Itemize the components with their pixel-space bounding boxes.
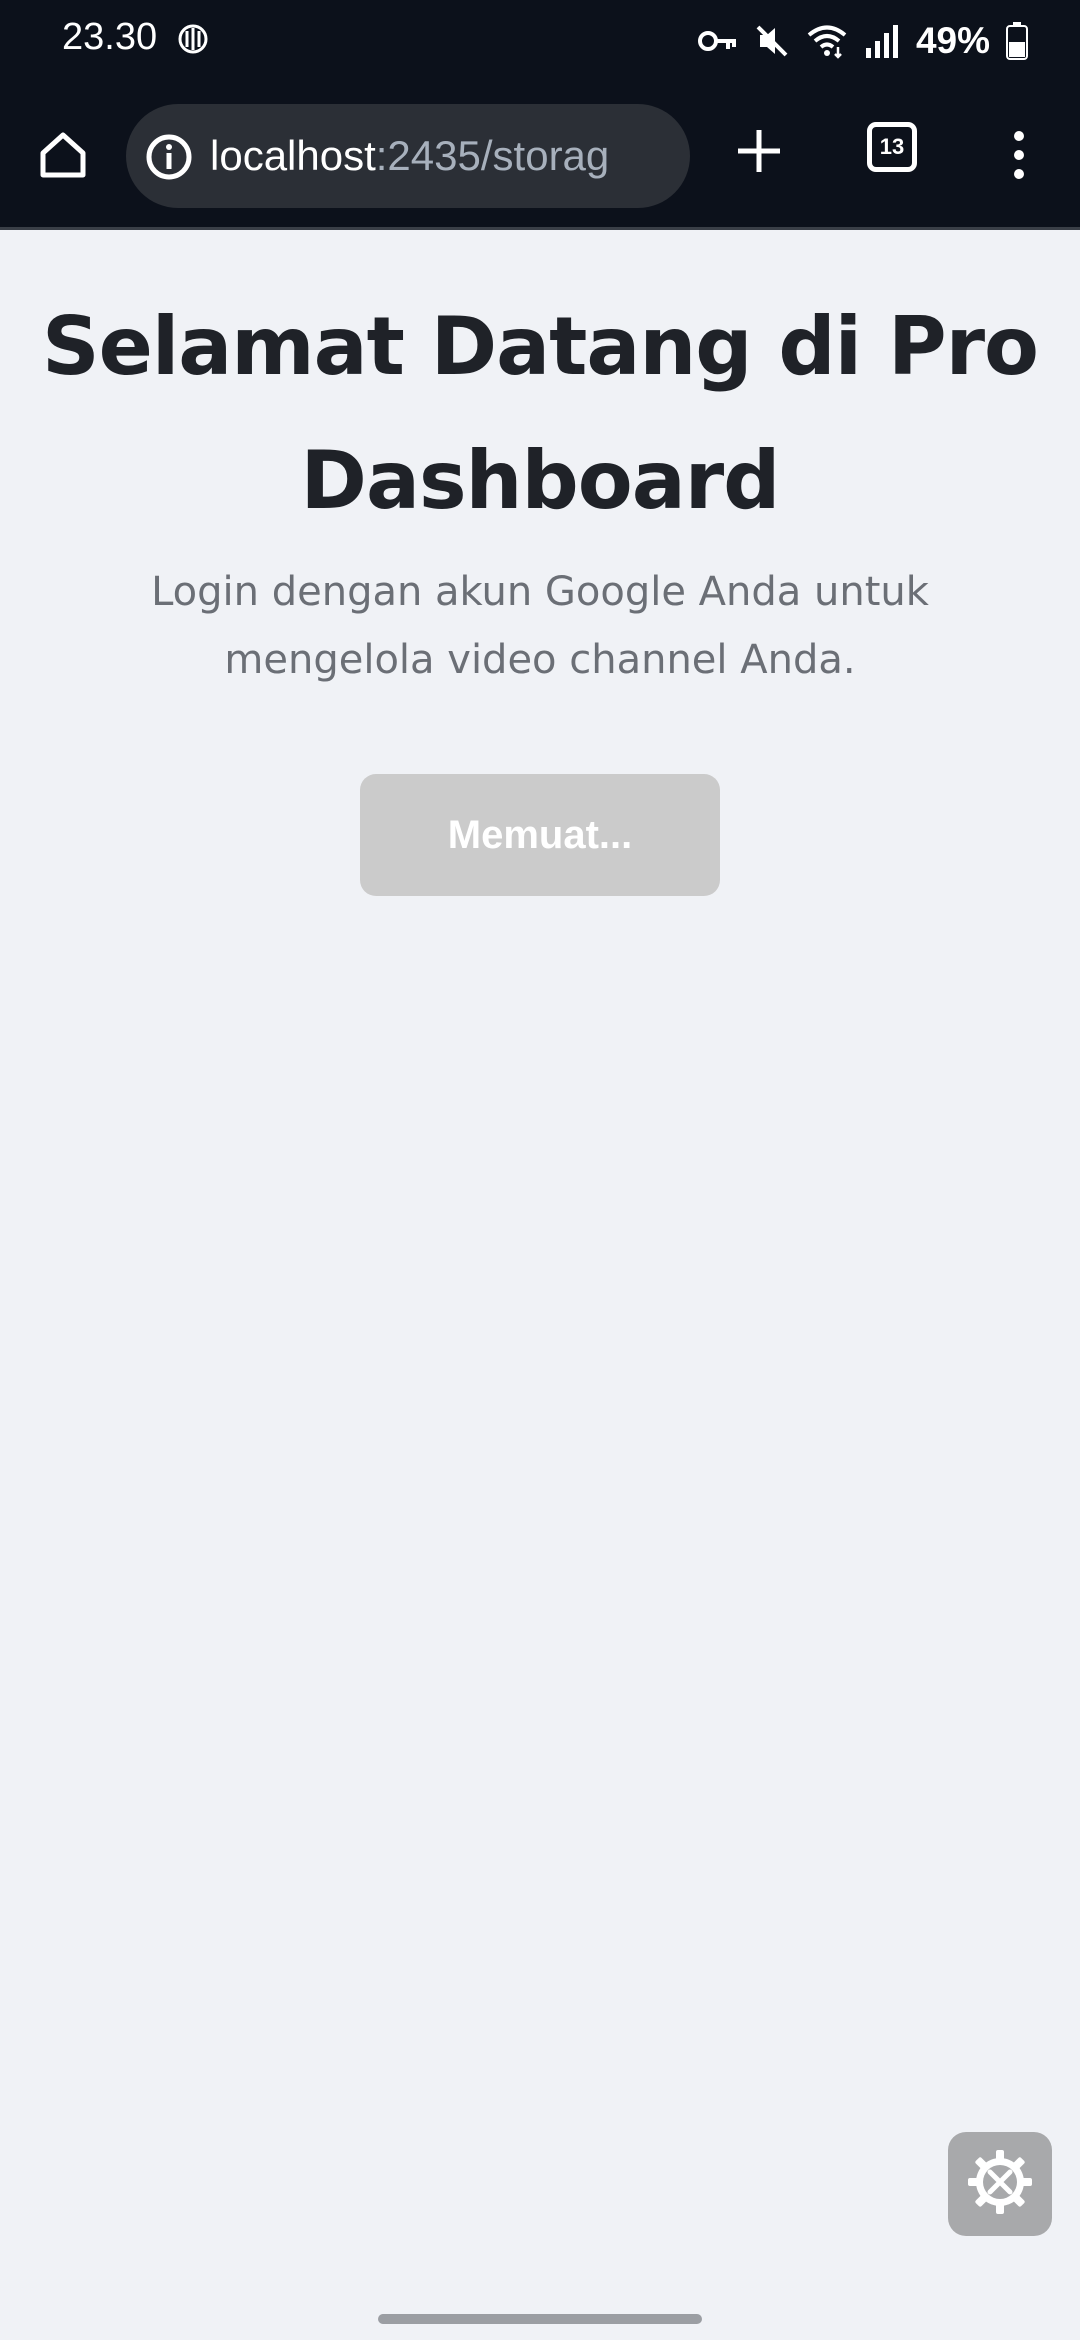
browser-toolbar: localhost:2435/storag 13 bbox=[0, 80, 1080, 230]
battery-percent: 49% bbox=[915, 20, 990, 61]
signal-icon bbox=[864, 24, 900, 58]
more-vert-icon bbox=[1000, 131, 1038, 190]
address-bar[interactable]: localhost:2435/storag bbox=[126, 104, 690, 208]
info-icon[interactable] bbox=[144, 132, 194, 182]
wifi-icon bbox=[806, 23, 848, 59]
settings-tools-button[interactable] bbox=[948, 2132, 1052, 2236]
url-host: localhost bbox=[210, 132, 376, 179]
new-tab-button[interactable] bbox=[730, 122, 788, 180]
home-icon bbox=[37, 129, 89, 185]
status-icons: 49% bbox=[697, 18, 1028, 64]
plus-icon bbox=[730, 130, 788, 184]
status-bar: 23.30 49% bbox=[0, 0, 1080, 80]
vpn-key-icon bbox=[697, 28, 738, 54]
url-path: :2435/storag bbox=[375, 132, 610, 179]
battery-icon bbox=[1006, 22, 1028, 60]
status-time: 23.30 bbox=[62, 16, 158, 58]
home-button[interactable] bbox=[30, 124, 96, 190]
home-indicator[interactable] bbox=[378, 2314, 702, 2324]
more-menu-button[interactable] bbox=[1000, 124, 1038, 186]
page-title: Selamat Datang di Pro Dashboard bbox=[42, 300, 1039, 527]
gear-tools-icon bbox=[964, 2146, 1036, 2222]
tab-count: 13 bbox=[879, 134, 905, 159]
url-text[interactable]: localhost:2435/storag bbox=[210, 130, 609, 182]
login-button[interactable]: Memuat... bbox=[360, 774, 720, 896]
tab-switcher-button[interactable]: 13 bbox=[867, 122, 917, 172]
page-subtitle: Login dengan akun Google Anda untuk meng… bbox=[151, 569, 929, 683]
mute-icon bbox=[754, 23, 790, 59]
app-notification-icon bbox=[176, 22, 210, 56]
